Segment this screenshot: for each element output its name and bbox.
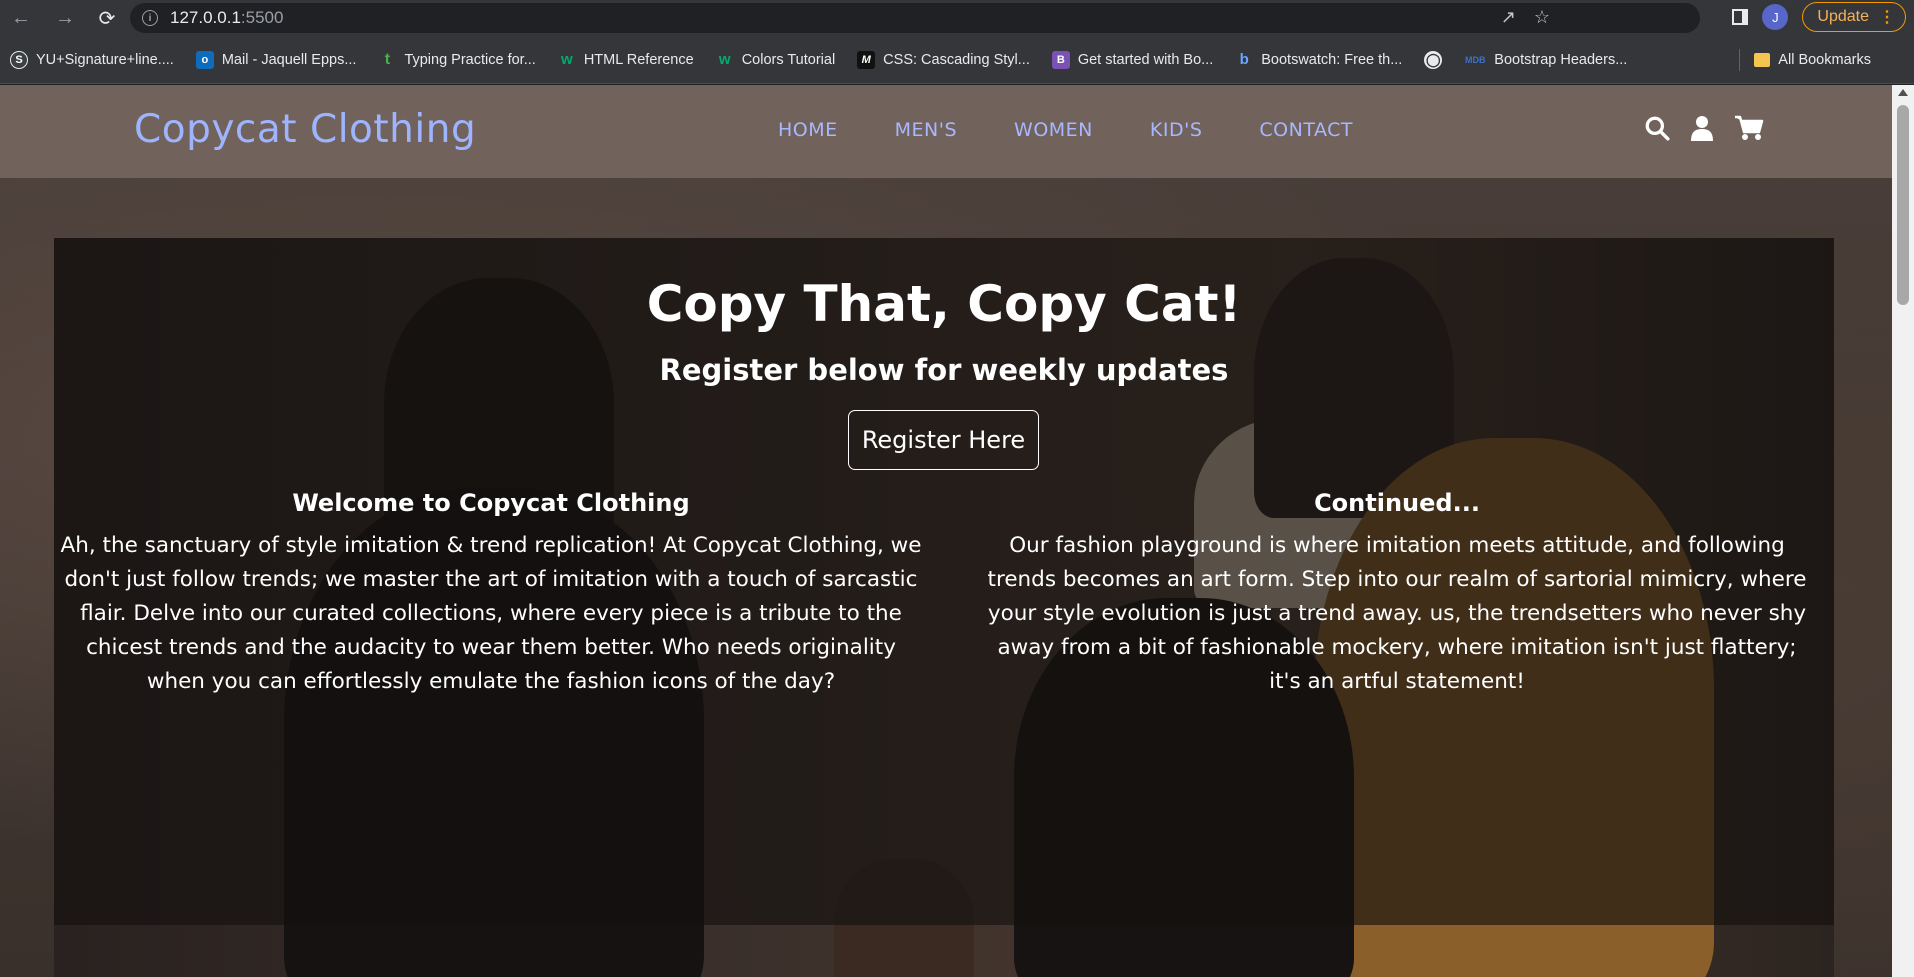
reload-icon[interactable]: ⟳ bbox=[92, 3, 122, 33]
scroll-thumb[interactable] bbox=[1897, 105, 1909, 305]
nav-contact[interactable]: CONTACT bbox=[1259, 119, 1353, 141]
profile-avatar[interactable]: J bbox=[1762, 4, 1789, 30]
page-scrollbar[interactable] bbox=[1892, 85, 1914, 977]
all-bookmarks-button[interactable]: All Bookmarks bbox=[1754, 52, 1871, 68]
hero-title: Copy That, Copy Cat! bbox=[646, 275, 1242, 333]
side-panel-icon[interactable] bbox=[1732, 9, 1749, 25]
mdn-icon: M bbox=[857, 50, 876, 69]
bookmark-item[interactable]: S YU+Signature+line.... bbox=[10, 50, 174, 69]
nav-home[interactable]: HOME bbox=[778, 119, 838, 141]
brand-logo[interactable]: Copycat Clothing bbox=[134, 107, 476, 152]
scroll-up-icon[interactable] bbox=[1898, 89, 1908, 96]
bookmark-item[interactable]: M CSS: Cascading Styl... bbox=[857, 50, 1030, 69]
back-icon[interactable]: ← bbox=[6, 3, 36, 33]
site-info-icon[interactable]: i bbox=[142, 10, 158, 26]
bootswatch-icon: b bbox=[1239, 51, 1249, 68]
bookmarks-bar: S YU+Signature+line.... o Mail - Jaquell… bbox=[0, 36, 1914, 84]
bookmark-item[interactable]: o Mail - Jaquell Epps... bbox=[195, 50, 356, 69]
signature-icon: S bbox=[10, 50, 28, 69]
search-icon[interactable] bbox=[1644, 115, 1670, 141]
nav-kids[interactable]: KID'S bbox=[1150, 119, 1202, 141]
bootstrap-icon: B bbox=[1051, 50, 1070, 69]
nav-women[interactable]: WOMEN bbox=[1014, 119, 1093, 141]
bookmark-item[interactable]: t Typing Practice for... bbox=[378, 50, 536, 69]
continued-section: Continued... Our fashion playground is w… bbox=[980, 489, 1814, 699]
nav-mens[interactable]: MEN'S bbox=[895, 119, 957, 141]
bookmark-item[interactable]: ◯ bbox=[1424, 50, 1443, 69]
continued-heading: Continued... bbox=[1314, 489, 1480, 517]
address-bar[interactable]: i 127.0.0.1:5500 ↗ ☆ bbox=[130, 3, 1700, 33]
update-button[interactable]: Update ⋮ bbox=[1802, 2, 1906, 32]
bookmark-item[interactable]: w Colors Tutorial bbox=[716, 51, 835, 69]
site-navbar: Copycat Clothing HOME MEN'S WOMEN KID'S … bbox=[0, 85, 1892, 178]
bookmark-item[interactable]: w HTML Reference bbox=[558, 51, 694, 69]
continued-text: Our fashion playground is where imitatio… bbox=[987, 533, 1807, 694]
browser-toolbar: ← → ⟳ i 127.0.0.1:5500 ↗ ☆ J Update ⋮ bbox=[0, 0, 1914, 36]
folder-icon bbox=[1754, 52, 1771, 67]
bookmark-item[interactable]: MDB Bootstrap Headers... bbox=[1464, 51, 1627, 69]
share-icon[interactable]: ↗ bbox=[1501, 7, 1516, 28]
bookmark-item[interactable]: b Bootswatch: Free th... bbox=[1235, 51, 1403, 69]
welcome-text: Ah, the sanctuary of style imitation & t… bbox=[60, 533, 922, 694]
hero-subtitle: Register below for weekly updates bbox=[659, 353, 1229, 387]
mdb-icon: MDB bbox=[1465, 54, 1486, 65]
nav-icons bbox=[1644, 115, 1764, 141]
bookmarks-divider bbox=[1739, 48, 1741, 71]
w3schools-icon: w bbox=[560, 51, 573, 68]
typing-icon: t bbox=[384, 50, 391, 68]
register-button[interactable]: Register Here bbox=[848, 410, 1039, 470]
welcome-section: Welcome to Copycat Clothing Ah, the sanc… bbox=[58, 489, 924, 699]
url-text[interactable]: 127.0.0.1:5500 bbox=[170, 8, 283, 28]
welcome-heading: Welcome to Copycat Clothing bbox=[292, 489, 690, 517]
cart-icon[interactable] bbox=[1734, 115, 1764, 141]
page-viewport: Copycat Clothing HOME MEN'S WOMEN KID'S … bbox=[0, 85, 1914, 977]
bookmark-star-icon[interactable]: ☆ bbox=[1534, 7, 1550, 28]
user-icon[interactable] bbox=[1690, 115, 1714, 141]
outlook-icon: o bbox=[195, 50, 214, 69]
menu-kebab-icon: ⋮ bbox=[1879, 9, 1895, 26]
bookmark-item[interactable]: B Get started with Bo... bbox=[1051, 50, 1213, 69]
forward-icon[interactable]: → bbox=[50, 3, 80, 33]
globe-icon: ◯ bbox=[1424, 50, 1443, 69]
main-nav: HOME MEN'S WOMEN KID'S CONTACT bbox=[778, 119, 1353, 141]
w3schools-icon: w bbox=[718, 51, 731, 68]
